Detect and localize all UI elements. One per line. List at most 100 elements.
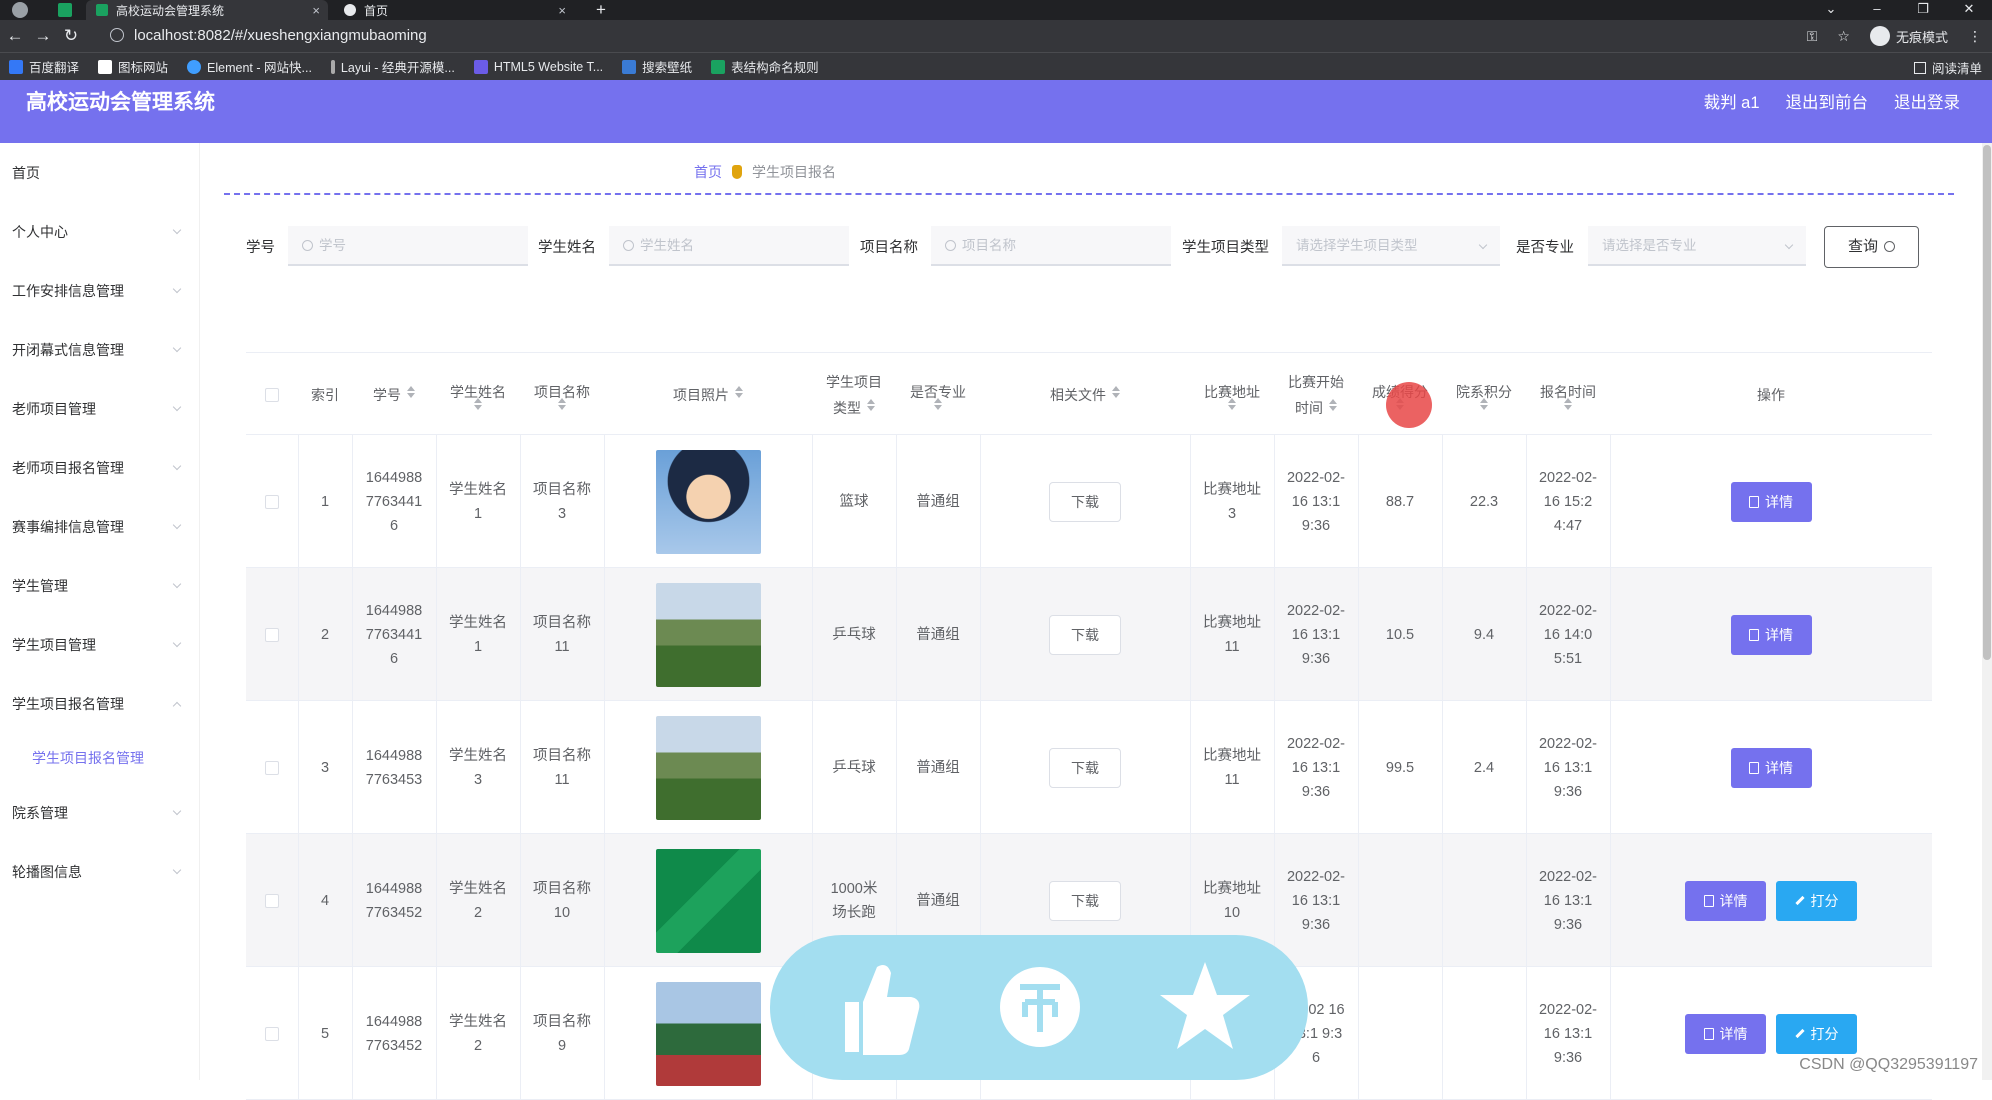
header-files[interactable]: 相关文件 [980,353,1190,436]
select-all-checkbox[interactable] [265,388,279,402]
browser-tab-active[interactable]: 高校运动会管理系统 × [86,0,328,20]
close-tab-icon[interactable]: × [312,3,320,18]
header-points[interactable]: 院系积分 [1442,353,1526,436]
bookmark-item[interactable]: 表结构命名规则 [711,57,819,76]
header-reg-time[interactable]: 报名时间 [1526,353,1610,436]
minimize-icon[interactable]: – [1854,0,1900,20]
sort-icon[interactable] [934,405,942,410]
column-divider [604,834,605,966]
sidebar-item-departments[interactable]: 院系管理 [12,803,180,823]
sort-icon[interactable] [735,393,743,398]
star-icon[interactable] [1160,957,1250,1057]
reading-list[interactable]: 阅读清单 [1914,58,1982,77]
page-scrollbar[interactable] [1982,143,1992,1080]
row-checkbox[interactable] [265,894,279,908]
header-project-type[interactable]: 学生项目类型 [812,353,896,436]
reload-icon[interactable]: ↻ [58,26,84,46]
score-button[interactable]: 打分 [1776,881,1857,921]
student-id-input[interactable]: 学号 [288,226,528,266]
sidebar-item-carousel[interactable]: 轮播图信息 [12,862,180,882]
detail-button[interactable]: 详情 [1731,615,1812,655]
coin-icon[interactable] [995,957,1085,1057]
sort-icon[interactable] [1228,405,1236,410]
sidebar-item-teacher-signup[interactable]: 老师项目报名管理 [12,458,180,478]
project-photo[interactable] [656,583,761,687]
new-tab-button[interactable]: + [596,0,606,20]
browser-tab[interactable]: 首页 × [334,0,574,20]
logout-link[interactable]: 退出登录 [1894,80,1960,126]
sidebar-item-profile[interactable]: 个人中心 [12,222,180,242]
project-photo[interactable] [656,982,761,1086]
header-student-id[interactable]: 学号 [352,353,436,436]
sidebar-item-home[interactable]: 首页 [12,163,180,183]
header-student-name[interactable]: 学生姓名 [436,353,520,436]
sidebar-item-event-arrangement[interactable]: 赛事编排信息管理 [12,517,180,537]
bookmark-item[interactable]: Element - 网站快... [187,57,312,76]
bookmark-star-icon[interactable]: ☆ [1837,28,1850,45]
row-checkbox[interactable] [265,495,279,509]
sort-icon[interactable] [867,406,875,411]
download-button[interactable]: 下载 [1049,482,1121,522]
row-checkbox[interactable] [265,761,279,775]
sidebar-item-teacher-project[interactable]: 老师项目管理 [12,399,180,419]
sidebar-subitem-student-signup[interactable]: 学生项目报名管理 [32,748,144,768]
scrollbar-thumb[interactable] [1983,145,1991,660]
project-photo[interactable] [656,716,761,820]
site-info-icon[interactable] [110,28,124,42]
close-window-icon[interactable]: ✕ [1946,0,1992,20]
sort-icon[interactable] [1112,393,1120,398]
bookmark-item[interactable]: Layui - 经典开源模... [331,57,455,76]
header-label: 相关文件 [1050,387,1106,403]
is-pro-select[interactable]: 请选择是否专业 [1588,226,1806,266]
download-button[interactable]: 下载 [1049,881,1121,921]
bookmark-item[interactable]: 图标网站 [98,57,168,76]
header-project-photo[interactable]: 项目照片 [604,353,812,436]
header-address[interactable]: 比赛地址 [1190,353,1274,436]
sidebar-item-student-signup[interactable]: 学生项目报名管理 [12,694,180,714]
sidebar-item-student-project[interactable]: 学生项目管理 [12,635,180,655]
bookmark-item[interactable]: HTML5 Website T... [474,60,603,74]
detail-button[interactable]: 详情 [1731,748,1812,788]
project-photo[interactable] [656,450,761,554]
detail-button[interactable]: 详情 [1731,482,1812,522]
header-is-pro[interactable]: 是否专业 [896,353,980,436]
restore-icon[interactable]: ❐ [1900,0,1946,20]
sort-icon[interactable] [1329,406,1337,411]
browser-menu-icon[interactable] [12,2,28,18]
incognito-badge[interactable]: 无痕模式 [1870,26,1948,46]
back-icon[interactable]: ← [2,26,28,46]
project-photo[interactable] [656,849,761,953]
thumbs-up-icon[interactable] [835,957,921,1057]
sort-icon[interactable] [558,405,566,410]
project-type-select[interactable]: 请选择学生项目类型 [1282,226,1500,266]
sort-icon[interactable] [1480,405,1488,410]
score-button[interactable]: 打分 [1776,1014,1857,1054]
bookmark-item[interactable]: 百度翻译 [9,57,79,76]
tab-search-icon[interactable]: ⌄ [1808,0,1854,20]
sort-icon[interactable] [1564,405,1572,410]
more-menu-icon[interactable]: ⋮ [1968,28,1982,45]
sort-icon[interactable] [474,405,482,410]
url-field[interactable]: localhost:8082/#/xueshengxiangmubaoming [110,20,427,52]
download-button[interactable]: 下载 [1049,748,1121,788]
forward-icon[interactable]: → [30,26,56,46]
project-name-input[interactable]: 项目名称 [931,226,1171,266]
sidebar-item-students[interactable]: 学生管理 [12,576,180,596]
row-checkbox[interactable] [265,1027,279,1041]
download-button[interactable]: 下载 [1049,615,1121,655]
detail-button[interactable]: 详情 [1685,881,1766,921]
sidebar-item-work-schedule[interactable]: 工作安排信息管理 [12,281,180,301]
sidebar-item-ceremony[interactable]: 开闭幕式信息管理 [12,340,180,360]
breadcrumb-home[interactable]: 首页 [694,162,722,182]
header-start-time[interactable]: 比赛开始时间 [1274,353,1358,436]
detail-button[interactable]: 详情 [1685,1014,1766,1054]
header-project-name[interactable]: 项目名称 [520,353,604,436]
bookmark-item[interactable]: 搜索壁纸 [622,57,692,76]
back-to-front-link[interactable]: 退出到前台 [1786,80,1869,126]
key-icon[interactable]: ⚿ [1807,28,1818,45]
row-checkbox[interactable] [265,628,279,642]
student-name-input[interactable]: 学生姓名 [609,226,849,266]
query-button[interactable]: 查询 [1824,226,1919,268]
sort-icon[interactable] [407,393,415,398]
close-tab-icon[interactable]: × [558,3,566,18]
